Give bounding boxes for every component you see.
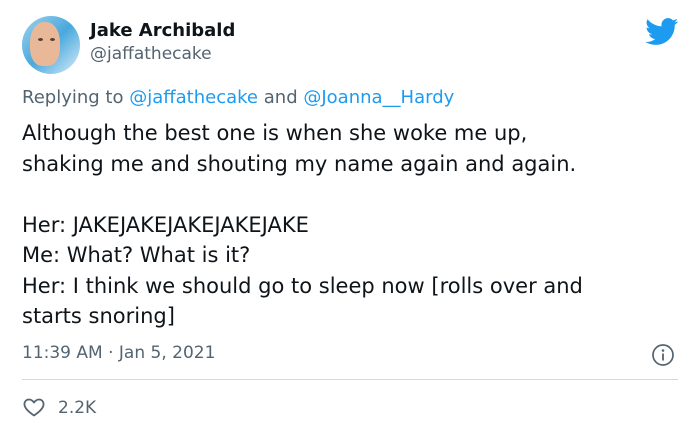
- tweet-line: Her: I think we should go to sleep now […: [22, 273, 583, 298]
- avatar[interactable]: [22, 16, 80, 74]
- mention-link[interactable]: @Joanna__Hardy: [303, 87, 454, 108]
- like-count[interactable]: 2.2K: [58, 398, 96, 418]
- avatar-eye: [50, 38, 55, 41]
- reply-context: Replying to @jaffathecake and @Joanna__H…: [22, 87, 454, 108]
- tweet-text: Although the best one is when she woke m…: [22, 118, 687, 332]
- avatar-eye: [38, 38, 43, 41]
- tweet-line: shaking me and shouting my name again an…: [22, 151, 577, 176]
- author-name[interactable]: Jake Archibald: [90, 20, 235, 41]
- mention-link[interactable]: @jaffathecake: [129, 87, 258, 108]
- divider: [22, 379, 678, 380]
- tweet-line: Her: JAKEJAKEJAKEJAKEJAKE: [22, 212, 309, 237]
- tweet-line: starts snoring]: [22, 304, 175, 328]
- tweet-timestamp[interactable]: 11:39 AM · Jan 5, 2021: [22, 343, 215, 363]
- author-handle[interactable]: @jaffathecake: [90, 44, 212, 64]
- heart-icon[interactable]: [22, 395, 46, 419]
- avatar-face: [30, 22, 60, 66]
- twitter-bird-icon[interactable]: [645, 18, 679, 46]
- info-icon[interactable]: [651, 343, 675, 367]
- tweet-line: Me: What? What is it?: [22, 243, 251, 267]
- tweet-line: Although the best one is when she woke m…: [22, 121, 528, 145]
- reply-prefix: Replying to: [22, 87, 124, 108]
- reply-joiner: and: [263, 87, 298, 108]
